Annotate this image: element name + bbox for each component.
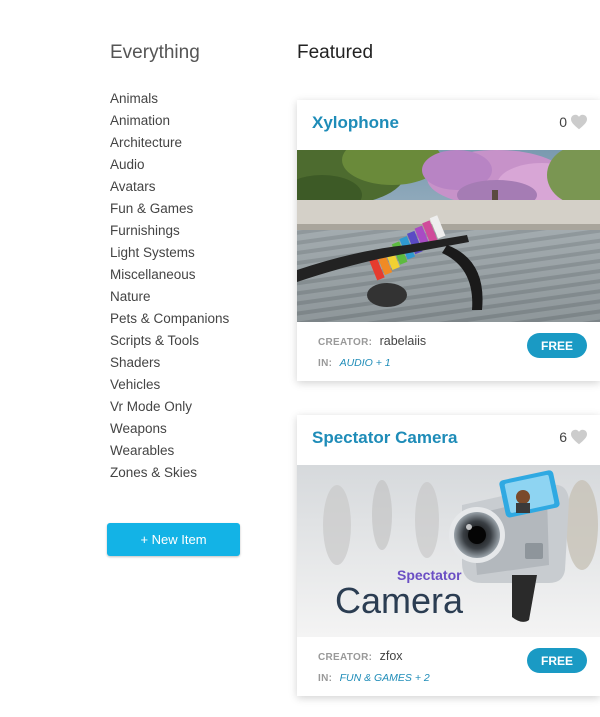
new-item-button[interactable]: + New Item (107, 523, 240, 556)
in-label: IN: (318, 673, 333, 684)
category-item-architecture[interactable]: Architecture (110, 132, 229, 154)
category-item-nature[interactable]: Nature (110, 286, 229, 308)
category-item-animals[interactable]: Animals (110, 88, 229, 110)
creator-name[interactable]: rabelaiis (380, 334, 427, 348)
category-item-avatars[interactable]: Avatars (110, 176, 229, 198)
free-button[interactable]: FREE (527, 333, 587, 358)
categories-row: IN: AUDIO + 1 (318, 355, 391, 369)
category-item-animation[interactable]: Animation (110, 110, 229, 132)
category-item-light-systems[interactable]: Light Systems (110, 242, 229, 264)
xylophone-scene-image (297, 150, 600, 322)
categories-row: IN: FUN & GAMES + 2 (318, 670, 430, 684)
category-item-weapons[interactable]: Weapons (110, 418, 229, 440)
like-count: 6 (559, 429, 567, 445)
category-item-pets-companions[interactable]: Pets & Companions (110, 308, 229, 330)
item-card-xylophone: Xylophone 0 CREATOR: rabelaiis IN: AUDIO… (297, 100, 600, 381)
category-item-furnishings[interactable]: Furnishings (110, 220, 229, 242)
category-item-shaders[interactable]: Shaders (110, 352, 229, 374)
item-categories-link[interactable]: FUN & GAMES + 2 (340, 672, 430, 684)
category-item-wearables[interactable]: Wearables (110, 440, 229, 462)
featured-heading: Featured (297, 42, 374, 63)
creator-label: CREATOR: (318, 337, 373, 348)
heart-icon[interactable] (570, 429, 588, 445)
item-title[interactable]: Spectator Camera (312, 428, 458, 448)
category-sidebar: Everything Animals Animation Architectur… (110, 40, 280, 480)
like-counter: 6 (559, 429, 588, 445)
item-card-spectator-camera: Spectator Camera 6 Spectator Camera CREA… (297, 415, 600, 696)
category-item-miscellaneous[interactable]: Miscellaneous (110, 264, 229, 286)
creator-label: CREATOR: (318, 652, 373, 663)
creator-row: CREATOR: zfox (318, 649, 403, 663)
creator-name[interactable]: zfox (380, 649, 403, 663)
spectator-camera-image: Spectator Camera (297, 465, 600, 637)
category-item-vehicles[interactable]: Vehicles (110, 374, 229, 396)
category-item-scripts-tools[interactable]: Scripts & Tools (110, 330, 229, 352)
sidebar-heading[interactable]: Everything (110, 40, 280, 66)
heart-icon[interactable] (570, 114, 588, 130)
category-item-vr-mode-only[interactable]: Vr Mode Only (110, 396, 229, 418)
category-item-audio[interactable]: Audio (110, 154, 229, 176)
category-list: Animals Animation Architecture Audio Ava… (110, 88, 229, 484)
like-count: 0 (559, 114, 567, 130)
in-label: IN: (318, 358, 333, 369)
item-categories-link[interactable]: AUDIO + 1 (340, 357, 391, 369)
item-thumbnail[interactable]: Spectator Camera (297, 465, 600, 637)
item-thumbnail[interactable] (297, 150, 600, 322)
free-button[interactable]: FREE (527, 648, 587, 673)
category-item-fun-games[interactable]: Fun & Games (110, 198, 229, 220)
creator-row: CREATOR: rabelaiis (318, 334, 426, 348)
category-item-zones-skies[interactable]: Zones & Skies (110, 462, 229, 484)
item-title[interactable]: Xylophone (312, 113, 399, 133)
like-counter: 0 (559, 114, 588, 130)
image-text-camera: Camera (335, 580, 464, 621)
